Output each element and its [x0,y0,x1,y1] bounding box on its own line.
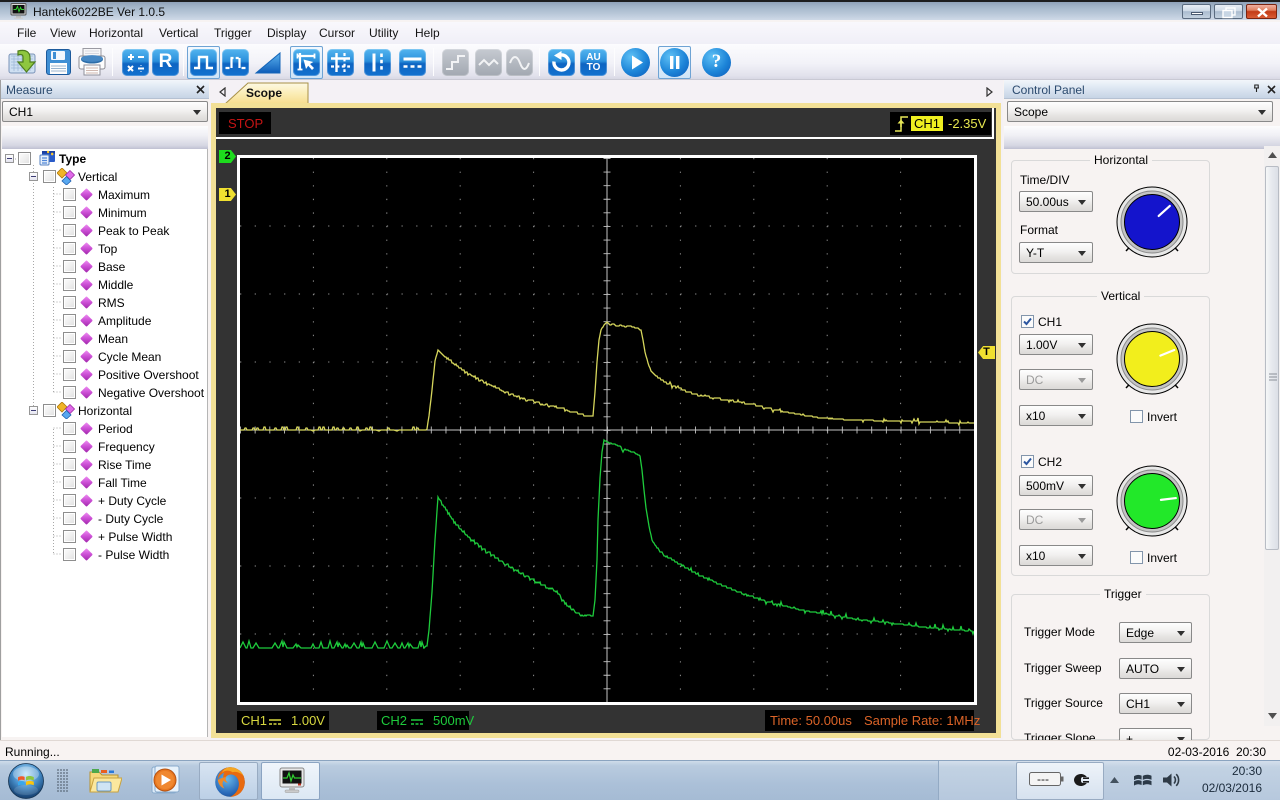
svg-text:---: --- [1037,772,1049,786]
